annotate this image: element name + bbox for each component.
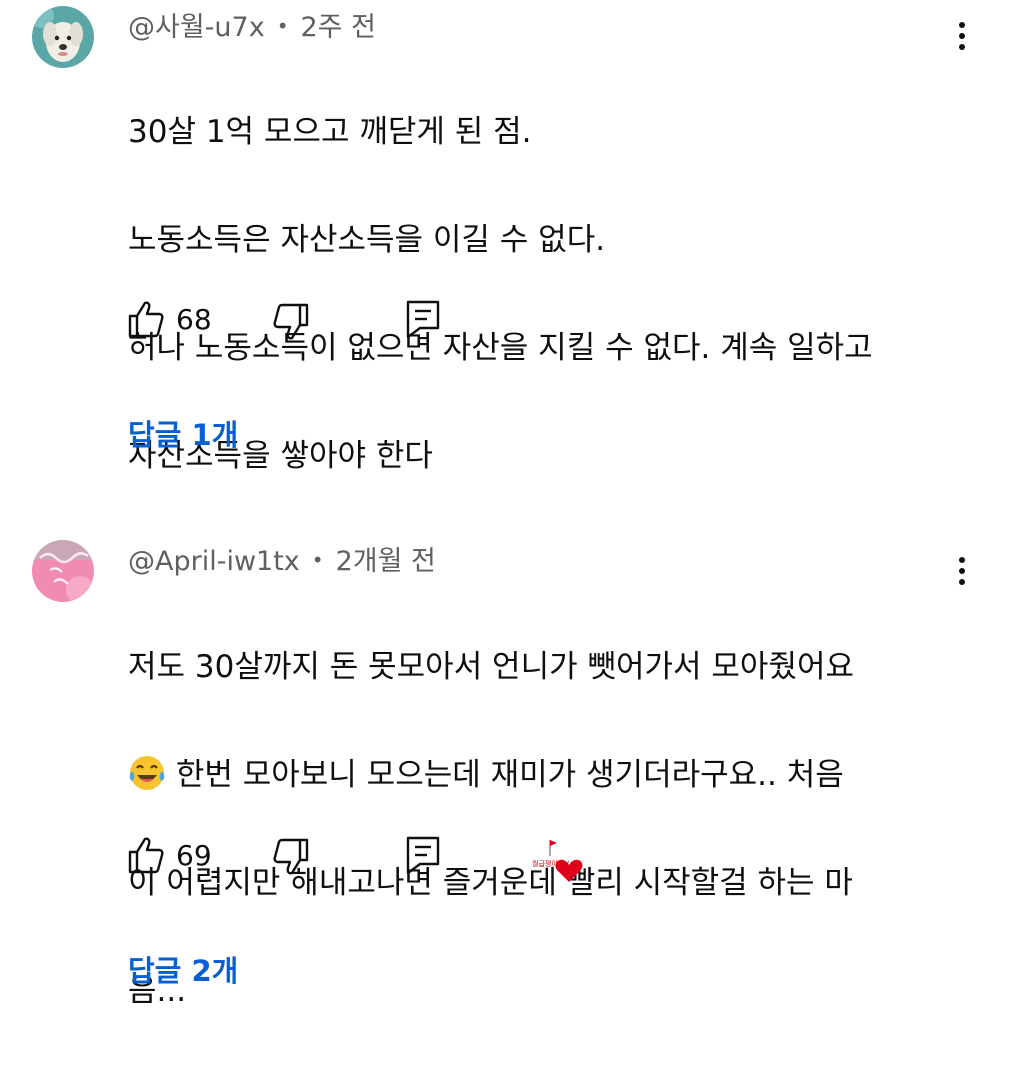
comment-line: 허나 노동소득이 없으면 자산을 지킬 수 없다. 계속 일하고 (128, 330, 873, 366)
comment-line: 음... (128, 973, 187, 1009)
kebab-dot (959, 22, 965, 28)
dislike-button[interactable] (273, 838, 309, 876)
author-name[interactable]: @April-iw1tx (128, 546, 300, 577)
meta-separator: • (276, 14, 289, 38)
thumbs-down-icon (273, 303, 309, 340)
comment-meta: @April-iw1tx • 2개월 전 (128, 542, 436, 580)
comment-line: 한번 모아보니 모으는데 재미가 생기더라구요.. 처음 (128, 748, 958, 802)
comment-meta: @사월-u7x • 2주 전 (128, 8, 376, 46)
author-avatar[interactable] (32, 540, 94, 602)
kebab-dot (959, 557, 965, 563)
thumbs-down-icon (273, 838, 309, 875)
like-button[interactable]: 68 (128, 300, 212, 338)
meta-separator: • (311, 548, 324, 572)
kebab-dot (959, 579, 965, 585)
dog-avatar-icon (32, 6, 94, 68)
kebab-dot (959, 33, 965, 39)
neon-sign-avatar-icon (32, 540, 94, 602)
comment-reply-icon (406, 300, 440, 338)
tears-of-joy-emoji-icon (129, 756, 165, 790)
thumbs-up-icon (128, 301, 164, 338)
like-count: 69 (176, 838, 212, 872)
comment-text: 저도 30살까지 돈 못모아서 언니가 뺏어가서 모아줬어요 한번 모아보니 모… (128, 586, 958, 1072)
author-name[interactable]: @사월-u7x (128, 12, 265, 43)
comment-time[interactable]: 2주 전 (301, 12, 376, 43)
kebab-dot (959, 568, 965, 574)
like-count: 68 (176, 302, 212, 336)
comment-line: 저도 30살까지 돈 못모아서 언니가 뺏어가서 모아줬어요 (128, 649, 855, 685)
comment-line-text: 한번 모아보니 모으는데 재미가 생기더라구요.. 처음 (166, 757, 844, 793)
dislike-button[interactable] (273, 303, 309, 341)
kebab-dot (959, 44, 965, 50)
thumbs-up-icon (128, 837, 164, 874)
creator-channel-caption: 월급쟁이 TV (532, 860, 570, 868)
like-button[interactable]: 69 (128, 836, 212, 874)
comment-line: 자산소득을 쌓아야 한다 (128, 438, 433, 474)
author-avatar[interactable] (32, 6, 94, 68)
comment-text: 30살 1억 모으고 깨닫게 된 점. 노동소득은 자산소득을 이길 수 없다.… (128, 51, 958, 537)
reply-button[interactable] (406, 836, 440, 874)
reply-button[interactable] (406, 300, 440, 338)
view-replies-link[interactable]: 답글 2개 (128, 948, 238, 990)
comment-reply-icon (406, 836, 440, 874)
creator-heart-badge: 월급쟁이 TV (530, 836, 584, 884)
comment-line: 30살 1억 모으고 깨닫게 된 점. (128, 114, 532, 150)
view-replies-link[interactable]: 답글 1개 (128, 412, 238, 454)
comment-line: 노동소득은 자산소득을 이길 수 없다. (128, 222, 606, 258)
comment-time[interactable]: 2개월 전 (336, 546, 436, 577)
